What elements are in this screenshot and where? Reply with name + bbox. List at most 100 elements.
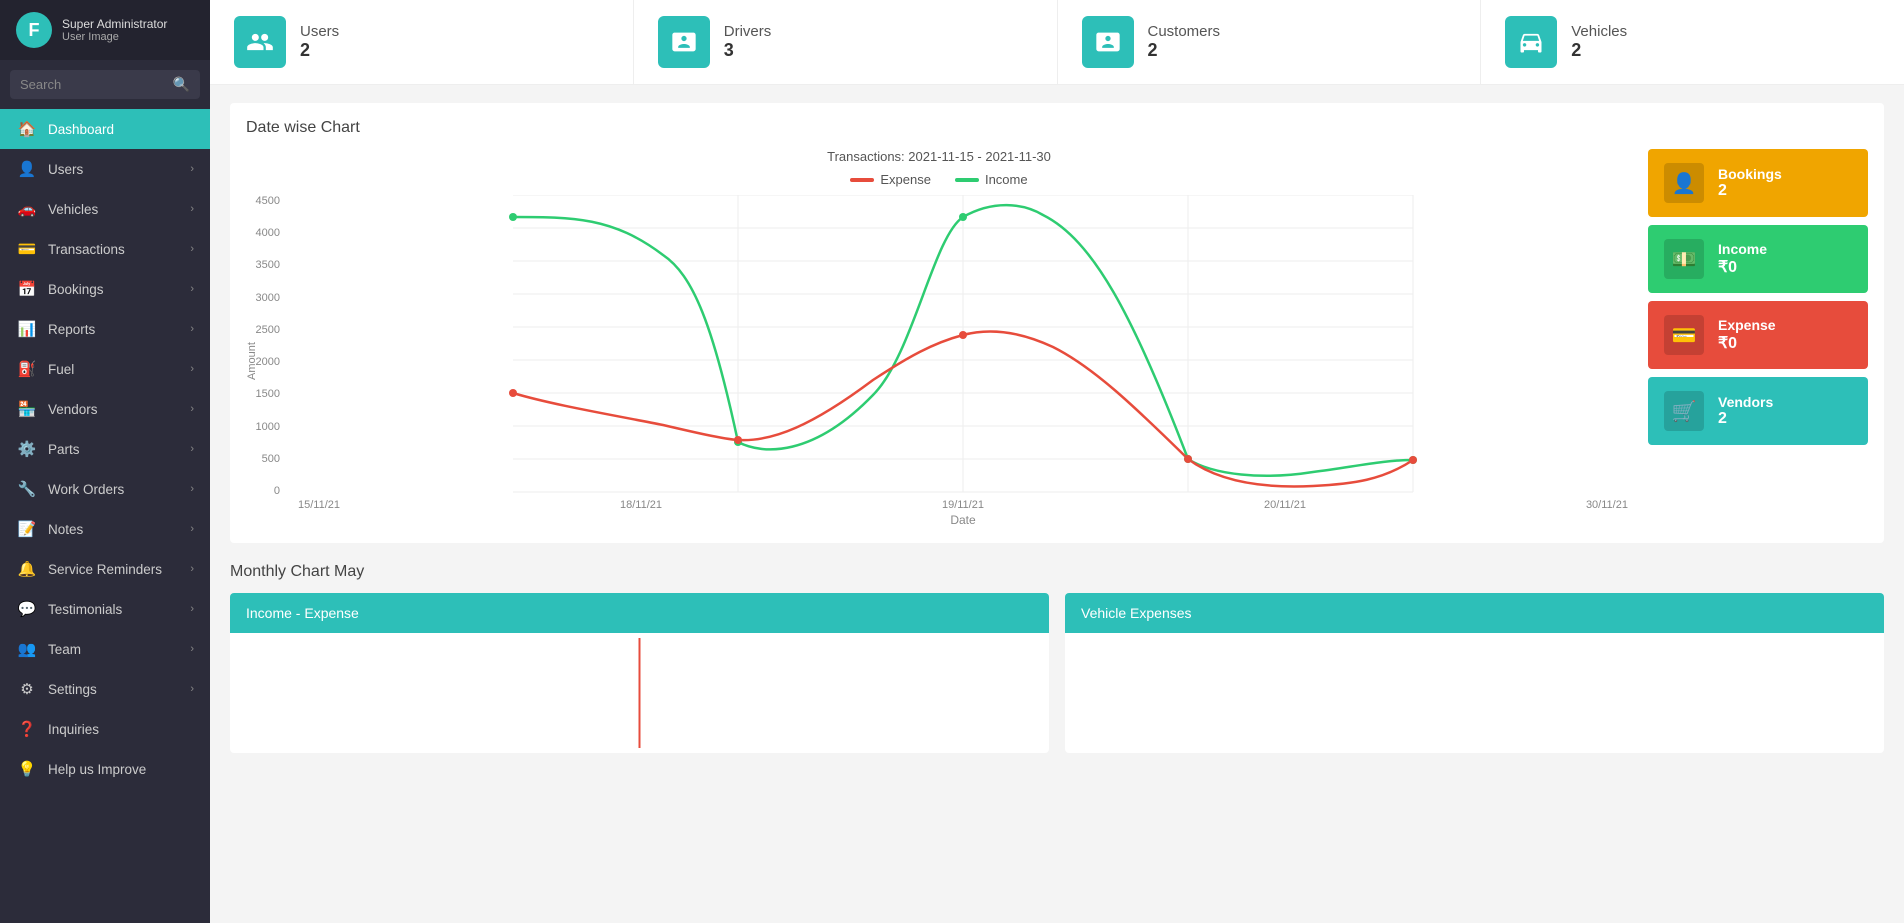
search-icon[interactable]: 🔍 [173, 76, 190, 93]
users-stat-icon [234, 16, 286, 68]
nav-arrow: › [190, 683, 194, 695]
helpusimprove-nav-icon: 💡 [16, 760, 38, 778]
expense-side-icon: 💳 [1664, 315, 1704, 355]
inquiries-nav-label: Inquiries [48, 722, 99, 737]
notes-nav-icon: 📝 [16, 520, 38, 538]
stat-cards: Users 2 Drivers 3 Customers 2 Vehicles 2 [210, 0, 1904, 85]
workorders-nav-label: Work Orders [48, 482, 124, 497]
income-legend-dot [955, 178, 979, 182]
sidebar-item-vehicles[interactable]: 🚗 Vehicles › [0, 189, 210, 229]
fuel-nav-icon: ⛽ [16, 360, 38, 378]
date-wise-chart-section: Date wise Chart Transactions: 2021-11-15… [230, 103, 1884, 543]
parts-nav-label: Parts [48, 442, 80, 457]
sidebar-item-vendors[interactable]: 🏪 Vendors › [0, 389, 210, 429]
sidebar-item-notes[interactable]: 📝 Notes › [0, 509, 210, 549]
vehicle-expenses-body [1065, 633, 1884, 753]
sidebar-item-transactions[interactable]: 💳 Transactions › [0, 229, 210, 269]
customers-stat-label: Customers [1148, 23, 1221, 40]
x-axis-labels: 15/11/2118/11/2119/11/2120/11/2130/11/21 [294, 499, 1632, 511]
legend-income: Income [955, 172, 1028, 187]
stat-card-drivers: Drivers 3 [634, 0, 1058, 84]
expense-point [959, 331, 967, 339]
testimonials-nav-label: Testimonials [48, 602, 122, 617]
sidebar-logo: F Super Administrator User Image [0, 0, 210, 60]
vendors-side-value: 2 [1718, 410, 1773, 428]
income-side-value: ₹0 [1718, 257, 1767, 277]
notes-nav-label: Notes [48, 522, 83, 537]
dashboard-nav-label: Dashboard [48, 122, 114, 137]
sidebar-item-testimonials[interactable]: 💬 Testimonials › [0, 589, 210, 629]
side-card-expense: 💳 Expense ₹0 [1648, 301, 1868, 369]
user-role: Super Administrator [62, 17, 167, 31]
sidebar: F Super Administrator User Image 🔍 🏠 Das… [0, 0, 210, 923]
nav-arrow: › [190, 203, 194, 215]
expense-point [509, 389, 517, 397]
fuel-nav-label: Fuel [48, 362, 74, 377]
search-box[interactable]: 🔍 [10, 70, 200, 99]
sidebar-item-team[interactable]: 👥 Team › [0, 629, 210, 669]
stat-card-customers: Customers 2 [1058, 0, 1482, 84]
y-axis-title: Amount [246, 342, 258, 380]
side-card-vendors: 🛒 Vendors 2 [1648, 377, 1868, 445]
chart-legend: Expense Income [246, 172, 1632, 187]
expense-side-label: Expense [1718, 317, 1776, 333]
sidebar-item-workorders[interactable]: 🔧 Work Orders › [0, 469, 210, 509]
income-expense-body [230, 633, 1049, 753]
workorders-nav-icon: 🔧 [16, 480, 38, 498]
income-side-icon: 💵 [1664, 239, 1704, 279]
settings-nav-label: Settings [48, 682, 97, 697]
monthly-charts: Income - Expense Vehicle Expenses [230, 593, 1884, 753]
sidebar-item-fuel[interactable]: ⛽ Fuel › [0, 349, 210, 389]
bookings-nav-icon: 📅 [16, 280, 38, 298]
sidebar-item-reports[interactable]: 📊 Reports › [0, 309, 210, 349]
sidebar-item-settings[interactable]: ⚙ Settings › [0, 669, 210, 709]
income-legend-label: Income [985, 172, 1028, 187]
side-cards: 👤 Bookings 2 💵 Income ₹0 💳 Expense ₹0 🛒 … [1648, 149, 1868, 527]
chart-wrapper: Transactions: 2021-11-15 - 2021-11-30 Ex… [246, 149, 1632, 527]
transactions-nav-icon: 💳 [16, 240, 38, 258]
sidebar-item-servicereminders[interactable]: 🔔 Service Reminders › [0, 549, 210, 589]
sidebar-item-bookings[interactable]: 📅 Bookings › [0, 269, 210, 309]
drivers-stat-icon [658, 16, 710, 68]
income-side-label: Income [1718, 241, 1767, 257]
nav-arrow: › [190, 523, 194, 535]
nav-arrow: › [190, 323, 194, 335]
chart-svg [294, 195, 1632, 495]
sidebar-item-helpusimprove[interactable]: 💡 Help us Improve [0, 749, 210, 789]
nav-items: 🏠 Dashboard 👤 Users › 🚗 Vehicles › 💳 Tra… [0, 109, 210, 789]
bookings-nav-label: Bookings [48, 282, 104, 297]
transactions-nav-label: Transactions [48, 242, 125, 257]
date-chart-title: Date wise Chart [246, 119, 1868, 137]
sidebar-item-inquiries[interactable]: ❓ Inquiries [0, 709, 210, 749]
bookings-side-label: Bookings [1718, 166, 1782, 182]
vendors-nav-icon: 🏪 [16, 400, 38, 418]
inquiries-nav-icon: ❓ [16, 720, 38, 738]
customers-stat-value: 2 [1148, 40, 1221, 61]
parts-nav-icon: ⚙️ [16, 440, 38, 458]
expense-point [1184, 455, 1192, 463]
sidebar-item-users[interactable]: 👤 Users › [0, 149, 210, 189]
testimonials-nav-icon: 💬 [16, 600, 38, 618]
x-axis-title: Date [294, 513, 1632, 527]
expense-point [1409, 456, 1417, 464]
drivers-stat-label: Drivers [724, 23, 772, 40]
sidebar-item-dashboard[interactable]: 🏠 Dashboard [0, 109, 210, 149]
nav-arrow: › [190, 163, 194, 175]
chart-subtitle: Transactions: 2021-11-15 - 2021-11-30 [246, 149, 1632, 164]
monthly-title: Monthly Chart May [230, 563, 1884, 581]
user-label: User Image [62, 31, 167, 43]
nav-arrow: › [190, 563, 194, 575]
expense-point [734, 436, 742, 444]
vehicle-expenses-header: Vehicle Expenses [1065, 593, 1884, 633]
user-info: Super Administrator User Image [62, 17, 167, 43]
bookings-side-icon: 👤 [1664, 163, 1704, 203]
income-expense-header: Income - Expense [230, 593, 1049, 633]
nav-arrow: › [190, 483, 194, 495]
sidebar-item-parts[interactable]: ⚙️ Parts › [0, 429, 210, 469]
income-expense-chart-card: Income - Expense [230, 593, 1049, 753]
expense-side-value: ₹0 [1718, 333, 1776, 353]
users-nav-icon: 👤 [16, 160, 38, 178]
search-input[interactable] [20, 77, 173, 92]
vehicles-nav-icon: 🚗 [16, 200, 38, 218]
customers-stat-icon [1082, 16, 1134, 68]
